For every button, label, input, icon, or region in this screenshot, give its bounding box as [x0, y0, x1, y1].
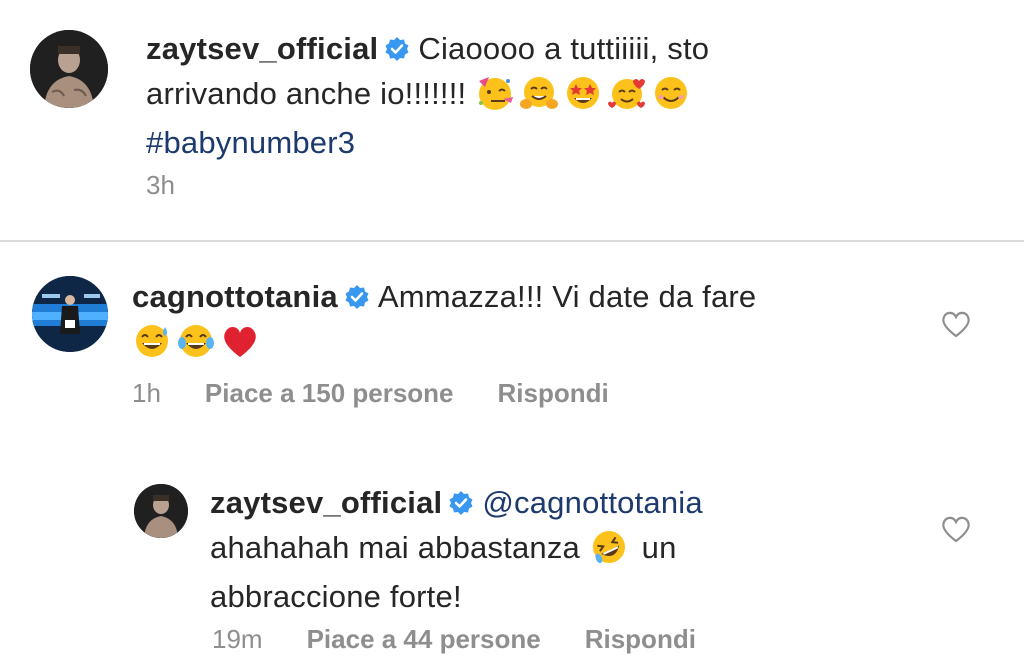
comment-1-username[interactable]: cagnottotania	[132, 279, 338, 314]
comment-1-meta: 1h Piace a 150 persone Rispondi	[132, 378, 609, 409]
comment-avatar-cagnottotania[interactable]	[32, 276, 108, 352]
comment-1-reply-button[interactable]: Rispondi	[498, 378, 609, 409]
comment-2-likes[interactable]: Piace a 44 persone	[307, 624, 541, 655]
comment-1-line1: Ammazza!!! Vi date da fare	[377, 279, 757, 314]
like-heart-icon-comment-2[interactable]	[940, 515, 972, 548]
comment-1-likes[interactable]: Piace a 150 persone	[205, 378, 454, 409]
verified-badge-icon	[448, 485, 474, 527]
partying-face-emoji	[475, 75, 515, 122]
star-struck-emoji	[563, 75, 603, 122]
caption-line1: Ciaoooo a tuttiiiii, sto	[418, 31, 710, 66]
caption-hashtag[interactable]: #babynumber3	[146, 125, 355, 160]
red-heart-emoji	[220, 323, 260, 370]
comment-2-reply-button[interactable]: Rispondi	[585, 624, 696, 655]
verified-badge-icon	[344, 279, 370, 321]
comment-2-line3: abbraccione forte!	[210, 579, 462, 614]
comment-2-meta: 19m Piace a 44 persone Rispondi	[212, 624, 696, 655]
grinning-sweat-emoji	[132, 323, 172, 370]
smiling-face-emoji	[651, 75, 691, 122]
caption-text: zaytsev_official Ciaoooo a tuttiiiii, sto…	[146, 28, 966, 164]
verified-badge-icon	[384, 31, 410, 73]
like-heart-icon-comment-1[interactable]	[940, 310, 972, 343]
comment-2-time[interactable]: 19m	[212, 624, 263, 655]
hugging-face-emoji	[519, 75, 559, 122]
caption-time[interactable]: 3h	[146, 170, 175, 201]
caption-line2: arrivando anche io!!!!!!!	[146, 76, 467, 111]
comment-2-mention[interactable]: @cagnottotania	[482, 485, 702, 520]
comment-2-line2-after: un	[641, 530, 677, 565]
comment-1-time[interactable]: 1h	[132, 378, 161, 409]
caption-avatar[interactable]	[30, 30, 108, 108]
comment-2-line2-before: ahahahah mai abbastanza	[210, 530, 581, 565]
comment-1-text: cagnottotania Ammazza!!! Vi date da fare	[132, 276, 912, 370]
reply-avatar-zaytsev[interactable]	[134, 484, 188, 538]
comment-2-username[interactable]: zaytsev_official	[210, 485, 442, 520]
comment-2-text: zaytsev_official @cagnottotania ahahahah …	[210, 482, 920, 618]
caption-username[interactable]: zaytsev_official	[146, 31, 378, 66]
divider	[0, 240, 1024, 242]
smiling-face-with-hearts-emoji	[607, 75, 647, 122]
rolling-laughing-emoji	[589, 529, 629, 576]
caption-meta: 3h	[146, 170, 175, 201]
tears-of-joy-emoji	[176, 323, 216, 370]
